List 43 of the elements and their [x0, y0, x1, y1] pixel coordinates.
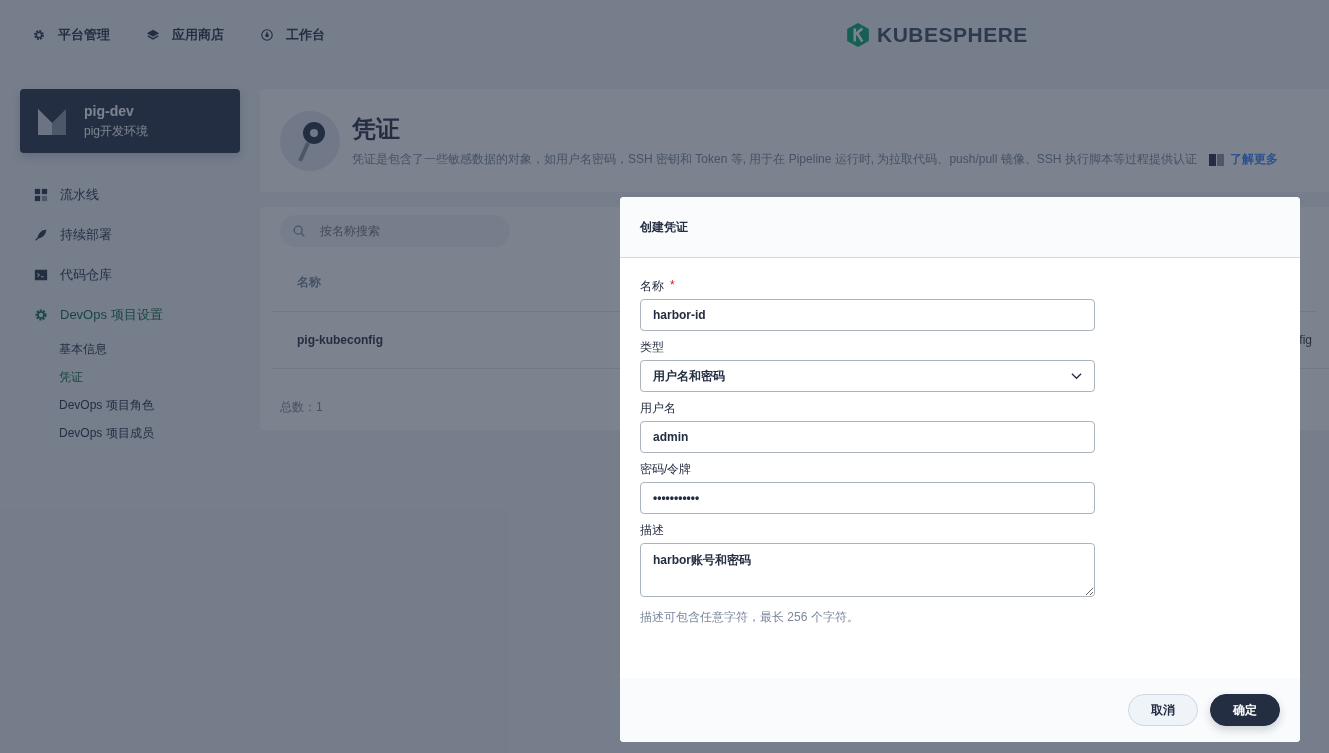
sidebar-item[interactable]: 流水线 — [20, 175, 240, 215]
field-label: 用户名 — [640, 400, 676, 414]
sidebar-subitem[interactable]: DevOps 项目角色 — [20, 391, 240, 419]
select-field[interactable]: 用户名和密码 — [640, 360, 1095, 392]
gear-icon — [32, 28, 46, 42]
hexagon-logo-icon — [845, 22, 871, 48]
table-cell: fig — [1299, 333, 1312, 347]
key-icon — [280, 110, 340, 171]
input-field[interactable]: admin — [640, 421, 1095, 453]
sidebar-item[interactable]: 代码仓库 — [20, 255, 240, 295]
nav-link[interactable]: 应用商店 — [146, 26, 224, 44]
grid-icon — [34, 188, 48, 202]
nav-link[interactable]: 平台管理 — [32, 26, 110, 44]
book-icon — [1208, 152, 1225, 167]
sidebar-subitem[interactable]: 基本信息 — [20, 335, 240, 363]
field-hint: 描述可包含任意字符，最长 256 个字符。 — [640, 609, 860, 626]
gear-icon — [34, 308, 48, 322]
page-title: 凭证 — [352, 114, 401, 144]
project-description: pig开发环境 — [84, 122, 148, 140]
sidebar-subitem[interactable]: DevOps 项目成员 — [20, 419, 240, 447]
textarea-field[interactable]: harbor账号和密码 — [640, 543, 1095, 597]
sidebar-item[interactable]: DevOps 项目设置 — [20, 295, 240, 335]
project-card[interactable]: pig-dev pig开发环境 — [20, 89, 240, 153]
project-name: pig-dev — [84, 102, 135, 119]
table-cell[interactable]: pig-kubeconfig — [297, 333, 383, 347]
input-field[interactable]: harbor-id — [640, 299, 1095, 331]
field-label: 描述 — [640, 522, 664, 536]
terminal-icon — [34, 268, 48, 282]
field-label: 名称 — [640, 278, 664, 292]
layers-icon — [146, 28, 160, 42]
input-field[interactable]: ••••••••••• — [640, 482, 1095, 514]
field-label: 类型 — [640, 339, 664, 353]
required-mark: * — [670, 278, 675, 292]
logo[interactable]: KUBESPHERE — [845, 22, 1028, 48]
field-label: 密码/令牌 — [640, 461, 692, 475]
sidebar-item[interactable]: 持续部署 — [20, 215, 240, 255]
learn-more-link[interactable]: 了解更多 — [1208, 151, 1278, 168]
confirm-button[interactable]: 确定 — [1210, 694, 1280, 726]
sidebar-subitem[interactable]: 凭证 — [20, 363, 240, 391]
nav-link[interactable]: 工作台 — [260, 26, 325, 44]
cancel-button[interactable]: 取消 — [1128, 694, 1198, 726]
chevron-down-icon — [1071, 372, 1082, 380]
dialog-title: 创建凭证 — [640, 218, 688, 236]
